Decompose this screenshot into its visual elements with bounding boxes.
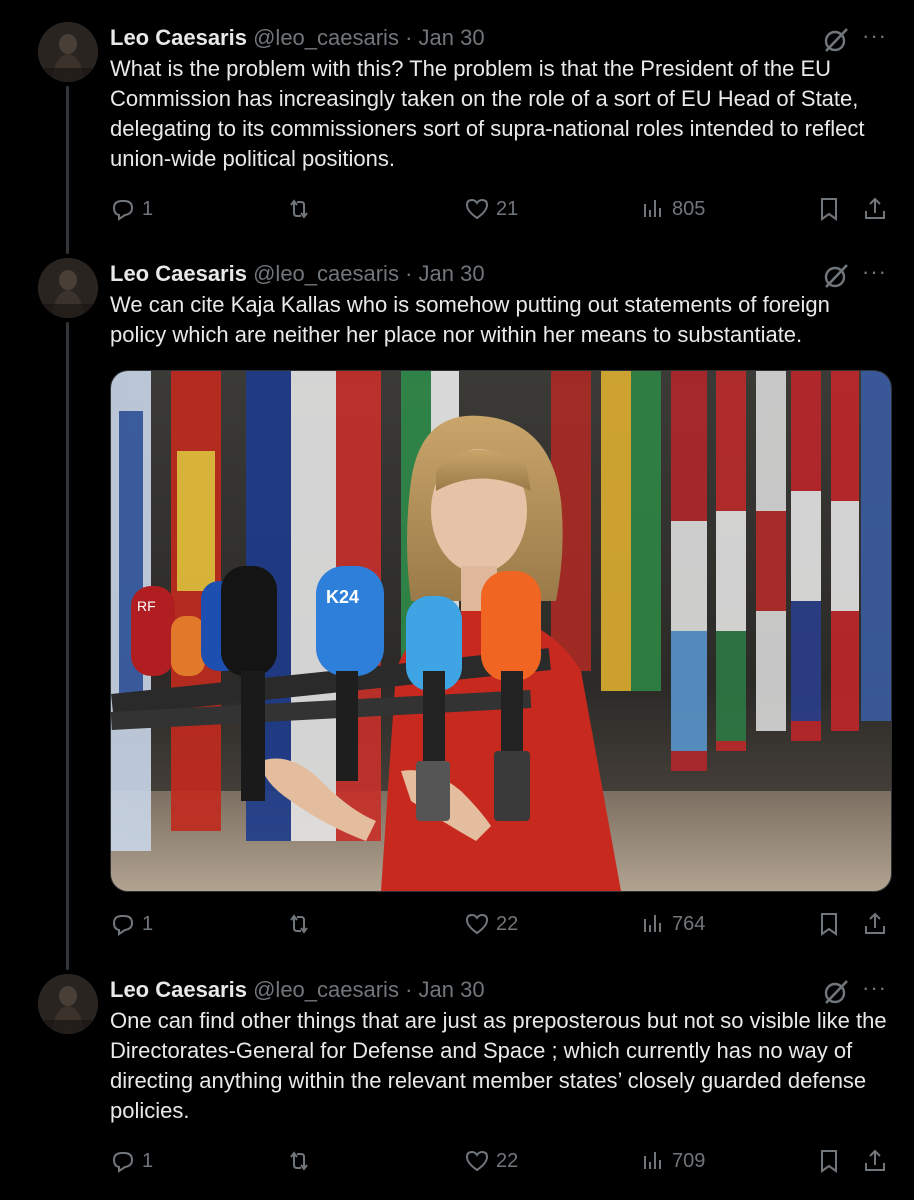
reply-count: 1 bbox=[142, 1149, 154, 1172]
like-count: 22 bbox=[496, 1149, 519, 1172]
reply-button[interactable]: 1 bbox=[110, 1146, 153, 1176]
author-name[interactable]: Leo Caesaris bbox=[110, 261, 247, 286]
tweet-actions: 1 21 805 bbox=[110, 194, 890, 224]
tweet-header: Leo Caesaris @leo_caesaris · Jan 30 bbox=[110, 24, 485, 52]
bookmark-button[interactable] bbox=[816, 1146, 842, 1176]
retweet-button[interactable] bbox=[286, 1146, 318, 1176]
tweet-header: Leo Caesaris @leo_caesaris · Jan 30 bbox=[110, 260, 485, 288]
share-button[interactable] bbox=[862, 194, 888, 224]
reply-icon bbox=[112, 1152, 134, 1173]
views-count: 709 bbox=[672, 1149, 706, 1172]
tweet-text: One can find other things that are just … bbox=[110, 1008, 887, 1123]
share-button[interactable] bbox=[862, 909, 888, 939]
avatar[interactable] bbox=[38, 258, 98, 318]
share-icon bbox=[865, 912, 885, 934]
separator-dot: · bbox=[405, 261, 413, 286]
tweet-actions: 1 22 764 bbox=[110, 909, 890, 939]
views-chart-icon bbox=[644, 915, 661, 932]
share-icon bbox=[865, 1149, 885, 1171]
reply-count: 1 bbox=[142, 912, 154, 935]
heart-icon bbox=[465, 198, 489, 220]
author-handle[interactable]: @leo_caesaris bbox=[253, 977, 399, 1002]
reply-icon bbox=[112, 915, 134, 936]
tweet-date[interactable]: Jan 30 bbox=[419, 25, 485, 50]
like-count: 21 bbox=[496, 197, 519, 220]
heart-icon bbox=[465, 913, 489, 935]
avatar[interactable] bbox=[38, 974, 98, 1034]
separator-dot: · bbox=[405, 977, 413, 1002]
tweet[interactable]: Leo Caesaris @leo_caesaris · Jan 30 ··· … bbox=[0, 22, 914, 232]
grok-icon[interactable] bbox=[822, 262, 850, 290]
views-count: 805 bbox=[672, 197, 706, 220]
views-button[interactable]: 764 bbox=[640, 909, 705, 939]
views-chart-icon bbox=[644, 1152, 661, 1169]
reply-button[interactable]: 1 bbox=[110, 194, 153, 224]
like-button[interactable]: 22 bbox=[464, 1146, 518, 1176]
like-button[interactable]: 22 bbox=[464, 909, 518, 939]
like-count: 22 bbox=[496, 912, 519, 935]
retweet-icon bbox=[290, 199, 308, 219]
retweet-icon bbox=[290, 1151, 308, 1171]
bookmark-icon bbox=[821, 913, 837, 936]
author-name[interactable]: Leo Caesaris bbox=[110, 977, 247, 1002]
views-button[interactable]: 709 bbox=[640, 1146, 705, 1176]
bookmark-icon bbox=[821, 198, 837, 221]
heart-icon bbox=[465, 1150, 489, 1172]
views-button[interactable]: 805 bbox=[640, 194, 705, 224]
tweet-text: We can cite Kaja Kallas who is somehow p… bbox=[110, 292, 830, 347]
more-icon[interactable]: ··· bbox=[862, 25, 890, 54]
avatar[interactable] bbox=[38, 22, 98, 82]
author-name[interactable]: Leo Caesaris bbox=[110, 25, 247, 50]
more-icon[interactable]: ··· bbox=[862, 977, 890, 1006]
bookmark-button[interactable] bbox=[816, 909, 842, 939]
share-icon bbox=[865, 197, 885, 219]
author-handle[interactable]: @leo_caesaris bbox=[253, 25, 399, 50]
reply-count: 1 bbox=[142, 197, 154, 220]
retweet-button[interactable] bbox=[286, 909, 318, 939]
bookmark-button[interactable] bbox=[816, 194, 842, 224]
tweet-header: Leo Caesaris @leo_caesaris · Jan 30 bbox=[110, 976, 485, 1004]
retweet-icon bbox=[290, 914, 308, 934]
mic-label-rf: RF bbox=[137, 598, 156, 614]
grok-icon[interactable] bbox=[822, 978, 850, 1006]
like-button[interactable]: 21 bbox=[464, 194, 518, 224]
tweet-text: What is the problem with this? The probl… bbox=[110, 56, 865, 171]
views-chart-icon bbox=[644, 200, 661, 217]
reply-icon bbox=[112, 200, 134, 221]
tweet-actions: 1 22 709 bbox=[110, 1146, 890, 1176]
mic-label-k24: K24 bbox=[326, 587, 359, 607]
bookmark-icon bbox=[821, 1150, 837, 1173]
tweet-date[interactable]: Jan 30 bbox=[419, 261, 485, 286]
tweet[interactable]: Leo Caesaris @leo_caesaris · Jan 30 ··· … bbox=[0, 974, 914, 1184]
author-handle[interactable]: @leo_caesaris bbox=[253, 261, 399, 286]
share-button[interactable] bbox=[862, 1146, 888, 1176]
separator-dot: · bbox=[405, 25, 413, 50]
retweet-button[interactable] bbox=[286, 194, 318, 224]
grok-icon[interactable] bbox=[822, 26, 850, 54]
reply-button[interactable]: 1 bbox=[110, 909, 153, 939]
tweet-date[interactable]: Jan 30 bbox=[419, 977, 485, 1002]
tweet-photo[interactable]: RF K24 bbox=[110, 370, 892, 892]
more-icon[interactable]: ··· bbox=[862, 261, 890, 290]
views-count: 764 bbox=[672, 912, 706, 935]
